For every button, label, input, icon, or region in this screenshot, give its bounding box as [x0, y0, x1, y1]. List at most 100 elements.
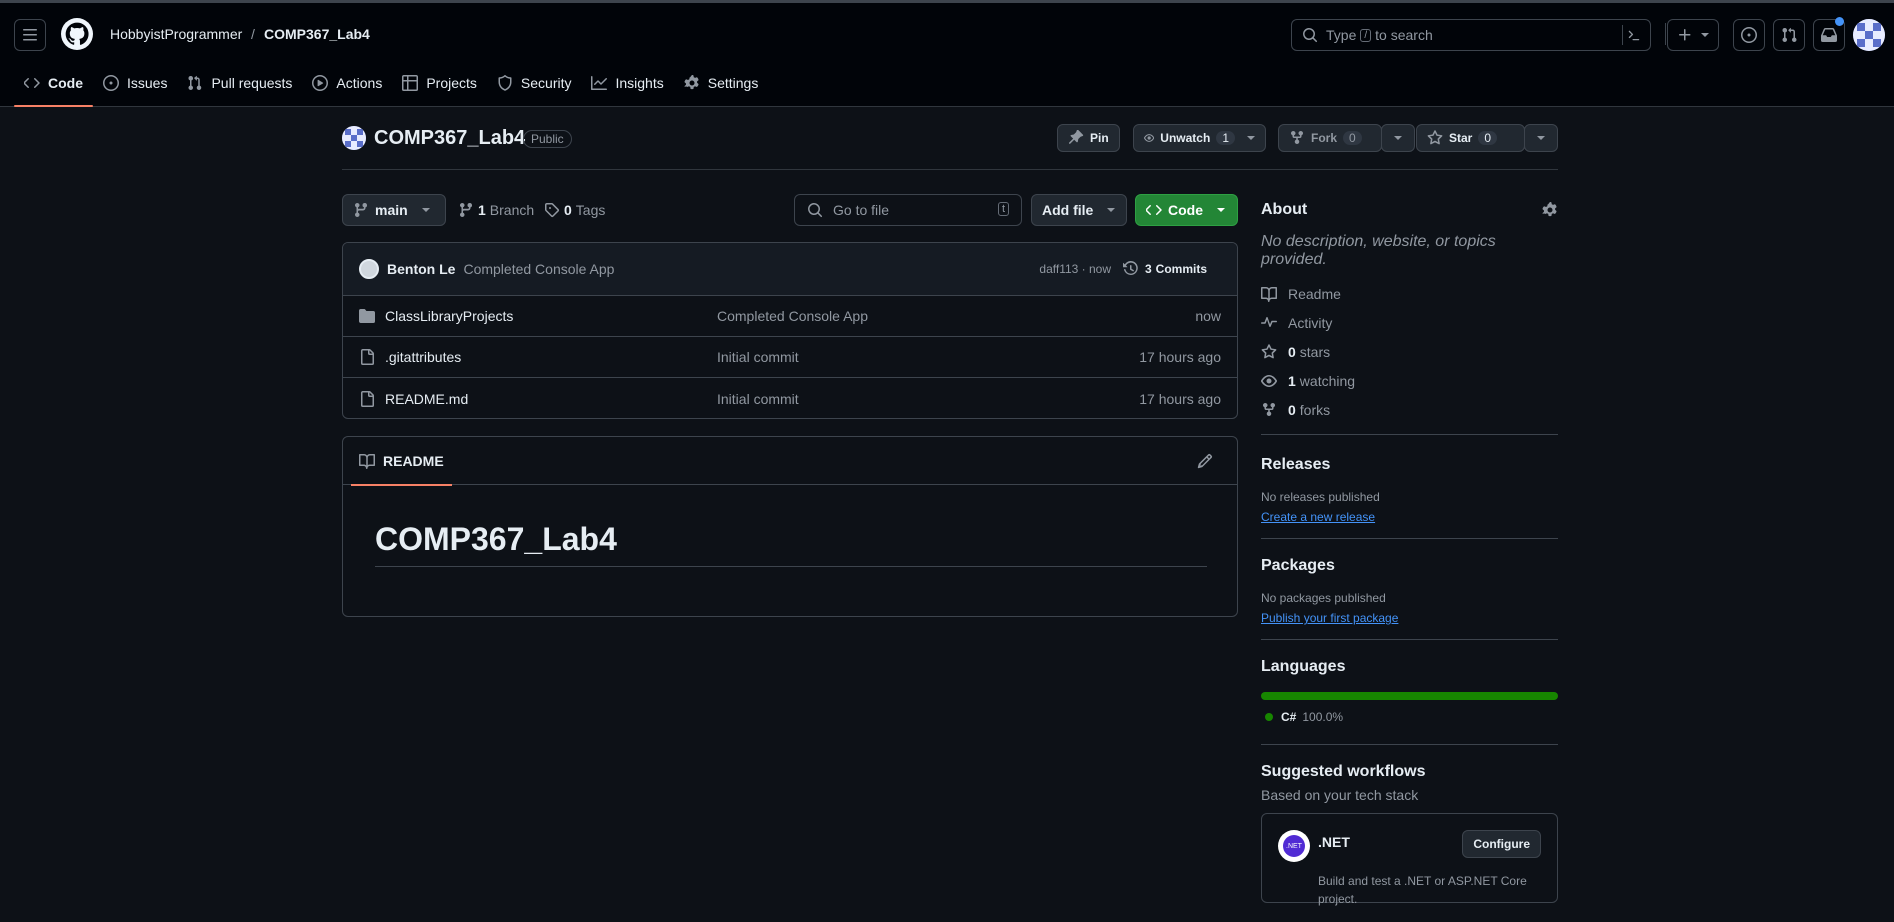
tab-code[interactable]: Code [14, 67, 93, 107]
branch-count: 1 [478, 202, 486, 218]
commit-author[interactable]: Benton Le [387, 261, 455, 277]
pencil-icon[interactable] [1197, 453, 1213, 469]
eye-icon [1144, 134, 1155, 142]
tag-label: Tags [575, 202, 606, 218]
branch-label: Branch [489, 202, 535, 218]
readme-heading: COMP367_Lab4 [375, 521, 1207, 567]
divider [1261, 538, 1558, 539]
file-name[interactable]: ClassLibraryProjects [385, 308, 513, 324]
fork-button[interactable]: Fork 0 [1278, 124, 1382, 152]
tab-insights[interactable]: Insights [581, 67, 673, 99]
divider [1261, 434, 1558, 435]
file-commit-message[interactable]: Initial commit [717, 349, 799, 365]
command-palette-icon[interactable] [1622, 25, 1644, 45]
breadcrumb-owner[interactable]: HobbyistProgrammer [110, 26, 242, 42]
packages-title[interactable]: Packages [1261, 557, 1558, 575]
workflow-card-title: .NET [1318, 834, 1350, 850]
tab-settings[interactable]: Settings [674, 67, 769, 99]
configure-label: Configure [1473, 837, 1530, 851]
language-bar-fill [1261, 692, 1558, 700]
breadcrumb-separator: / [251, 26, 255, 42]
no-packages-text: No packages published [1261, 591, 1386, 605]
tab-label: Insights [615, 75, 664, 91]
tab-pull-requests[interactable]: Pull requests [177, 67, 302, 99]
file-name[interactable]: .gitattributes [385, 349, 461, 365]
about-title: About [1261, 201, 1308, 218]
commit-hash[interactable]: daff113 · now [1039, 262, 1111, 276]
readme-header: README [343, 437, 1237, 486]
repo-forked-icon [1291, 130, 1303, 145]
repo-title[interactable]: COMP367_Lab4 [374, 127, 525, 150]
chevron-down-icon [1701, 33, 1709, 37]
menu-button[interactable] [14, 19, 46, 51]
forks-count: 0 [1288, 401, 1296, 418]
file-name[interactable]: README.md [385, 391, 468, 407]
languages-title: Languages [1261, 658, 1346, 675]
user-avatar[interactable] [1853, 19, 1885, 51]
pin-icon [1069, 130, 1084, 144]
pin-button[interactable]: Pin [1057, 124, 1120, 152]
language-item[interactable]: C# 100.0% [1261, 710, 1558, 724]
code-button[interactable]: Code [1135, 194, 1238, 226]
activity-link[interactable]: Activity [1261, 308, 1558, 337]
add-file-button[interactable]: Add file [1031, 194, 1127, 226]
watch-button[interactable]: Unwatch 1 [1133, 124, 1266, 152]
configure-button[interactable]: Configure [1462, 830, 1541, 858]
stars-count: 0 [1288, 343, 1296, 360]
fork-dropdown-button[interactable] [1381, 124, 1415, 152]
tab-label: Security [520, 75, 572, 91]
readme-link-label: Readme [1288, 285, 1341, 302]
stars-link[interactable]: 0 stars [1261, 337, 1558, 366]
file-commit-message[interactable]: Initial commit [717, 391, 799, 407]
branch-selector[interactable]: main [342, 194, 446, 226]
git-branch-icon [355, 202, 367, 218]
search-icon [1303, 28, 1318, 43]
author-avatar[interactable] [359, 259, 379, 279]
pull-requests-button[interactable] [1773, 19, 1805, 51]
create-new-button[interactable] [1667, 19, 1719, 51]
workflow-card: .NET .NET Configure Build and test a .NE… [1261, 813, 1558, 906]
readme-tab[interactable]: README [351, 437, 452, 486]
tab-actions[interactable]: Actions [302, 67, 392, 99]
forks-link[interactable]: 0 forks [1261, 395, 1558, 424]
divider [1261, 744, 1558, 745]
search-input[interactable]: Type / to search [1291, 19, 1651, 51]
readme-link[interactable]: Readme [1261, 279, 1558, 308]
github-logo-icon[interactable] [61, 18, 93, 50]
repo-owner-avatar[interactable] [342, 126, 366, 150]
chevron-down-icon [1107, 208, 1116, 212]
go-to-file-input[interactable]: Go to file t [794, 194, 1022, 226]
file-time: now [1195, 308, 1221, 324]
tab-issues[interactable]: Issues [93, 67, 177, 99]
go-to-file-placeholder: Go to file [833, 202, 890, 218]
publish-package-link[interactable]: Publish your first package [1261, 611, 1398, 625]
code-label: Code [1168, 202, 1203, 218]
top-bar: HobbyistProgrammer / COMP367_Lab4 Type /… [0, 0, 1894, 107]
star-button[interactable]: Star 0 [1416, 124, 1525, 152]
language-name: C# [1281, 710, 1297, 724]
tags-link[interactable]: 0 Tags [544, 194, 605, 226]
gear-icon[interactable] [1542, 202, 1558, 218]
branches-link[interactable]: 1 Branch [458, 194, 534, 226]
breadcrumb-repo[interactable]: COMP367_Lab4 [264, 26, 370, 42]
file-row[interactable]: README.md Initial commit 17 hours ago [343, 378, 1237, 418]
readme-panel: README COMP367_Lab4 [342, 436, 1238, 617]
gear-icon [684, 75, 699, 90]
stars-label: stars [1299, 343, 1331, 360]
tab-security[interactable]: Security [487, 67, 582, 99]
tab-projects[interactable]: Projects [392, 67, 487, 99]
issues-button[interactable] [1733, 19, 1765, 51]
star-dropdown-button[interactable] [1524, 124, 1558, 152]
file-commit-message[interactable]: Completed Console App [717, 308, 868, 324]
commit-message[interactable]: Completed Console App [463, 261, 614, 277]
commits-link[interactable]: 3 Commits [1122, 261, 1207, 277]
graph-icon [591, 76, 608, 90]
file-row[interactable]: .gitattributes Initial commit 17 hours a… [343, 337, 1237, 378]
fork-label: Fork [1311, 131, 1338, 145]
releases-title[interactable]: Releases [1261, 456, 1558, 474]
watching-link[interactable]: 1 watching [1261, 366, 1558, 395]
create-release-link[interactable]: Create a new release [1261, 510, 1375, 524]
divider [1665, 23, 1666, 45]
language-percent: 100.0% [1302, 710, 1344, 724]
file-row[interactable]: ClassLibraryProjects Completed Console A… [343, 296, 1237, 337]
